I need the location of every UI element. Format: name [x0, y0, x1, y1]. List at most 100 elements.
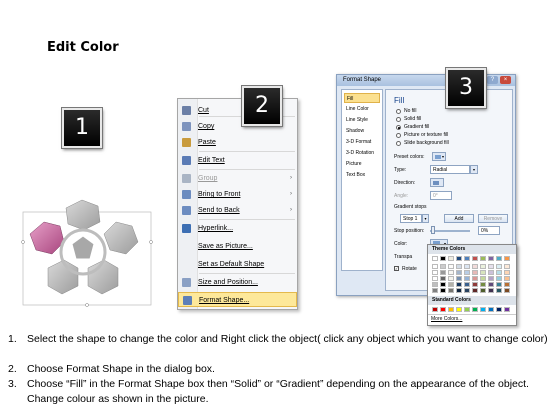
color-swatch[interactable]: [480, 270, 486, 275]
color-swatch[interactable]: [504, 270, 510, 275]
radio-button[interactable]: [396, 125, 401, 130]
direction-button[interactable]: [430, 178, 444, 187]
color-swatch[interactable]: [432, 307, 438, 312]
color-swatch[interactable]: [440, 288, 446, 293]
color-swatch[interactable]: [432, 276, 438, 281]
stop-position-input[interactable]: 0%: [478, 226, 500, 235]
context-menu-item[interactable]: Hyperlink...: [178, 221, 297, 236]
color-swatch[interactable]: [448, 288, 454, 293]
color-swatch[interactable]: [440, 270, 446, 275]
color-swatch[interactable]: [496, 288, 502, 293]
color-swatch[interactable]: [472, 282, 478, 287]
color-swatch[interactable]: [432, 264, 438, 269]
dialog-nav-item[interactable]: 3-D Format: [344, 137, 380, 147]
close-icon[interactable]: ×: [500, 76, 511, 84]
color-swatch[interactable]: [456, 270, 462, 275]
hex-shape-bottom-left[interactable]: [47, 259, 79, 295]
color-swatch[interactable]: [488, 264, 494, 269]
center-star-shape[interactable]: [71, 235, 95, 260]
color-swatch[interactable]: [488, 282, 494, 287]
stop-select[interactable]: Stop 1: [400, 214, 422, 223]
angle-input[interactable]: 0°: [430, 191, 452, 200]
context-menu-item[interactable]: Paste: [178, 135, 297, 150]
color-swatch[interactable]: [432, 282, 438, 287]
context-menu-item[interactable]: Format Shape...: [178, 292, 297, 307]
color-swatch[interactable]: [496, 256, 502, 261]
rotate-checkbox[interactable]: ✓: [394, 266, 399, 271]
color-swatch[interactable]: [464, 270, 470, 275]
color-swatch[interactable]: [432, 256, 438, 261]
selection-handle[interactable]: [85, 303, 89, 307]
color-swatch[interactable]: [440, 264, 446, 269]
color-swatch[interactable]: [464, 282, 470, 287]
color-swatch[interactable]: [504, 288, 510, 293]
color-swatch[interactable]: [488, 307, 494, 312]
color-swatch[interactable]: [480, 256, 486, 261]
preset-colors-button[interactable]: ▾: [432, 152, 446, 161]
color-swatch[interactable]: [432, 288, 438, 293]
hex-shape-selected[interactable]: [29, 221, 65, 255]
color-swatch[interactable]: [432, 270, 438, 275]
color-swatch[interactable]: [464, 307, 470, 312]
color-swatch[interactable]: [456, 264, 462, 269]
color-swatch[interactable]: [472, 270, 478, 275]
color-swatch[interactable]: [480, 264, 486, 269]
radio-button[interactable]: [396, 109, 401, 114]
color-swatch[interactable]: [456, 282, 462, 287]
color-swatch[interactable]: [456, 276, 462, 281]
color-swatch[interactable]: [472, 264, 478, 269]
selection-handle[interactable]: [21, 240, 25, 244]
color-swatch[interactable]: [464, 288, 470, 293]
color-swatch[interactable]: [480, 307, 486, 312]
color-swatch[interactable]: [504, 276, 510, 281]
color-swatch[interactable]: [440, 307, 446, 312]
context-menu-item[interactable]: Set as Default Shape: [178, 257, 297, 272]
hex-shape-bottom-right[interactable]: [87, 259, 119, 295]
color-swatch[interactable]: [472, 276, 478, 281]
slider-thumb[interactable]: [431, 226, 435, 234]
color-swatch[interactable]: [480, 276, 486, 281]
color-swatch[interactable]: [464, 276, 470, 281]
color-swatch[interactable]: [496, 282, 502, 287]
color-swatch[interactable]: [480, 288, 486, 293]
color-swatch[interactable]: [488, 270, 494, 275]
color-swatch[interactable]: [448, 282, 454, 287]
dialog-nav-item[interactable]: Picture: [344, 159, 380, 169]
color-swatch[interactable]: [440, 276, 446, 281]
context-menu-item[interactable]: Group ›: [178, 171, 297, 186]
color-swatch[interactable]: [488, 256, 494, 261]
context-menu-item[interactable]: Edit Text: [178, 153, 297, 168]
radio-button[interactable]: [396, 133, 401, 138]
context-menu-item[interactable]: Send to Back ›: [178, 203, 297, 218]
help-icon[interactable]: ?: [487, 76, 498, 84]
color-swatch[interactable]: [504, 256, 510, 261]
hex-shape-right[interactable]: [103, 221, 139, 255]
color-swatch[interactable]: [448, 256, 454, 261]
color-swatch[interactable]: [456, 256, 462, 261]
color-swatch[interactable]: [448, 276, 454, 281]
color-swatch[interactable]: [496, 264, 502, 269]
color-swatch[interactable]: [504, 282, 510, 287]
dialog-nav-item[interactable]: Line Color: [344, 104, 380, 114]
color-swatch[interactable]: [472, 288, 478, 293]
color-swatch[interactable]: [496, 307, 502, 312]
color-swatch[interactable]: [488, 276, 494, 281]
context-menu-item[interactable]: Save as Picture...: [178, 239, 297, 254]
shape-cluster[interactable]: [20, 192, 155, 307]
radio-button[interactable]: [396, 117, 401, 122]
color-swatch[interactable]: [456, 288, 462, 293]
color-swatch[interactable]: [448, 307, 454, 312]
radio-button[interactable]: [396, 141, 401, 146]
type-select[interactable]: Radial: [430, 165, 470, 174]
color-swatch[interactable]: [488, 288, 494, 293]
color-swatch[interactable]: [440, 282, 446, 287]
color-swatch[interactable]: [440, 256, 446, 261]
stop-dropdown-arrow-icon[interactable]: ▾: [422, 214, 429, 223]
color-swatch[interactable]: [472, 307, 478, 312]
color-swatch[interactable]: [448, 270, 454, 275]
dialog-nav-item[interactable]: Shadow: [344, 126, 380, 136]
context-menu-item[interactable]: Size and Position...: [178, 275, 297, 290]
dialog-nav-item[interactable]: 3-D Rotation: [344, 148, 380, 158]
color-swatch[interactable]: [448, 264, 454, 269]
color-swatch[interactable]: [504, 307, 510, 312]
